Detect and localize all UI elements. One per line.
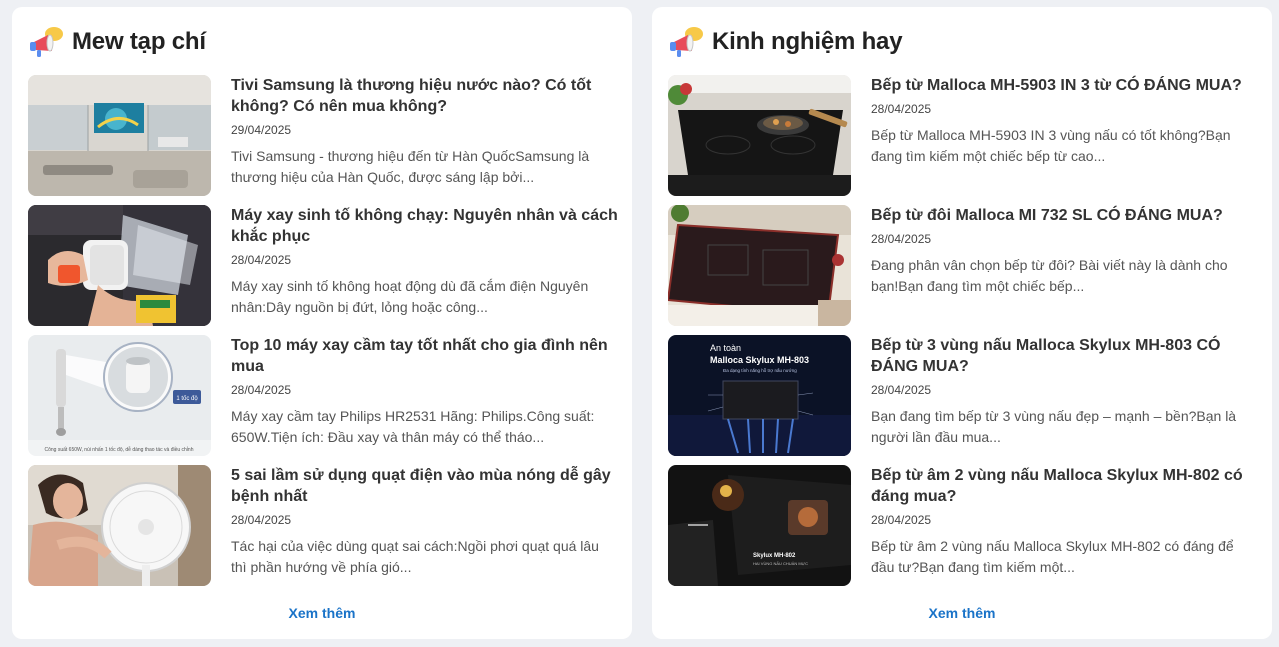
see-more-link[interactable]: Xem thêm [12,605,632,621]
image-subheading: Đa dạng tính năng hỗ trợ nấu nướng [723,367,797,373]
image-badge-text: 1 tốc độ [176,396,198,402]
induction-cooktop-image[interactable] [668,75,851,196]
article-title[interactable]: Máy xay sinh tố không chạy: Nguyên nhân … [231,205,618,247]
panel-title: Kinh nghiệm hay [712,28,903,55]
image-caption-text: Công suất 650W, núi nhấn 1 tốc độ, dễ dà… [45,446,194,453]
article-date: 28/04/2025 [231,253,292,267]
article-title[interactable]: 5 sai lầm sử dụng quạt điện vào mùa nóng… [231,465,618,507]
article-title[interactable]: Tivi Samsung là thương hiệu nước nào? Có… [231,75,618,117]
article-title[interactable]: Bếp từ đôi Malloca MI 732 SL CÓ ĐÁNG MUA… [871,205,1258,226]
panel-mew-magazine: Mew tạp chí Tivi Samsung là thương hiệu … [12,7,632,639]
article-date: 28/04/2025 [871,102,932,116]
article-body: Máy xay sinh tố không chạy: Nguyên nhân … [231,205,618,335]
article-list: Tivi Samsung là thương hiệu nước nào? Có… [28,75,618,595]
article-date: 28/04/2025 [231,513,292,527]
blender-image[interactable] [28,205,211,326]
skylux-803-promo-image[interactable]: An toàn Malloca Skylux MH-803 Đa dạng tí… [668,335,851,456]
panel-header: Mew tạp chí [28,25,206,59]
article-body: 5 sai lầm sử dụng quạt điện vào mùa nóng… [231,465,618,595]
article-list: Bếp từ Malloca MH-5903 IN 3 từ CÓ ĐÁNG M… [668,75,1258,595]
skylux-802-image[interactable]: Skylux MH-802 HAI VÙNG NẤU CHUẨN MỰC [668,465,851,586]
article-title[interactable]: Bếp từ Malloca MH-5903 IN 3 từ CÓ ĐÁNG M… [871,75,1258,96]
article-body: Bếp từ 3 vùng nấu Malloca Skylux MH-803 … [871,335,1258,465]
list-item[interactable]: Máy xay sinh tố không chạy: Nguyên nhân … [28,205,618,335]
article-excerpt: Bếp từ âm 2 vùng nấu Malloca Skylux MH-8… [871,538,1234,575]
see-more-link[interactable]: Xem thêm [652,605,1272,621]
article-body: Bếp từ đôi Malloca MI 732 SL CÓ ĐÁNG MUA… [871,205,1258,335]
list-item[interactable]: Bếp từ Malloca MH-5903 IN 3 từ CÓ ĐÁNG M… [668,75,1258,205]
list-item[interactable]: Bếp từ đôi Malloca MI 732 SL CÓ ĐÁNG MUA… [668,205,1258,335]
list-item[interactable]: Skylux MH-802 HAI VÙNG NẤU CHUẨN MỰC Bếp… [668,465,1258,595]
article-title[interactable]: Bếp từ âm 2 vùng nấu Malloca Skylux MH-8… [871,465,1258,507]
article-excerpt: Máy xay sinh tố không hoạt động dù đã cắ… [231,278,589,315]
article-body: Bếp từ âm 2 vùng nấu Malloca Skylux MH-8… [871,465,1258,595]
panel-title: Mew tạp chí [72,28,206,55]
electric-fan-image[interactable] [28,465,211,586]
image-heading-2: Malloca Skylux MH-803 [710,355,809,365]
image-subheading: HAI VÙNG NẤU CHUẨN MỰC [753,561,808,566]
list-item[interactable]: Tivi Samsung là thương hiệu nước nào? Có… [28,75,618,205]
article-date: 28/04/2025 [871,383,932,397]
image-heading-1: An toàn [710,343,741,353]
list-item[interactable]: An toàn Malloca Skylux MH-803 Đa dạng tí… [668,335,1258,465]
hand-blender-image[interactable]: 1 tốc độ Công suất 650W, núi nhấn 1 tốc … [28,335,211,456]
article-date: 29/04/2025 [231,123,292,137]
article-body: Tivi Samsung là thương hiệu nước nào? Có… [231,75,618,205]
article-excerpt: Đang phân vân chọn bếp từ đôi? Bài viết … [871,257,1228,294]
article-excerpt: Bạn đang tìm bếp từ 3 vùng nấu đẹp – mạn… [871,408,1237,445]
article-date: 28/04/2025 [871,513,932,527]
article-excerpt: Bếp từ Malloca MH-5903 IN 3 vùng nấu có … [871,127,1231,164]
list-item[interactable]: 5 sai lầm sử dụng quạt điện vào mùa nóng… [28,465,618,595]
panel-header: Kinh nghiệm hay [668,25,903,59]
article-title[interactable]: Bếp từ 3 vùng nấu Malloca Skylux MH-803 … [871,335,1258,377]
panel-good-experience: Kinh nghiệm hay Bếp từ Malloca MH-5903 I… [652,7,1272,639]
article-date: 28/04/2025 [871,232,932,246]
article-date: 28/04/2025 [231,383,292,397]
article-title[interactable]: Top 10 máy xay cầm tay tốt nhất cho gia … [231,335,618,377]
megaphone-icon [30,27,63,57]
article-excerpt: Tác hại của việc dùng quạt sai cách:Ngồi… [231,538,599,575]
tv-livingroom-image[interactable] [28,75,211,196]
article-excerpt: Máy xay cầm tay Philips HR2531 Hãng: Phi… [231,408,595,445]
article-body: Top 10 máy xay cầm tay tốt nhất cho gia … [231,335,618,465]
list-item[interactable]: 1 tốc độ Công suất 650W, núi nhấn 1 tốc … [28,335,618,465]
article-excerpt: Tivi Samsung - thương hiệu đến từ Hàn Qu… [231,148,590,185]
double-cooktop-image[interactable] [668,205,851,326]
megaphone-icon [670,27,703,57]
image-heading: Skylux MH-802 [753,553,796,559]
article-body: Bếp từ Malloca MH-5903 IN 3 từ CÓ ĐÁNG M… [871,75,1258,205]
